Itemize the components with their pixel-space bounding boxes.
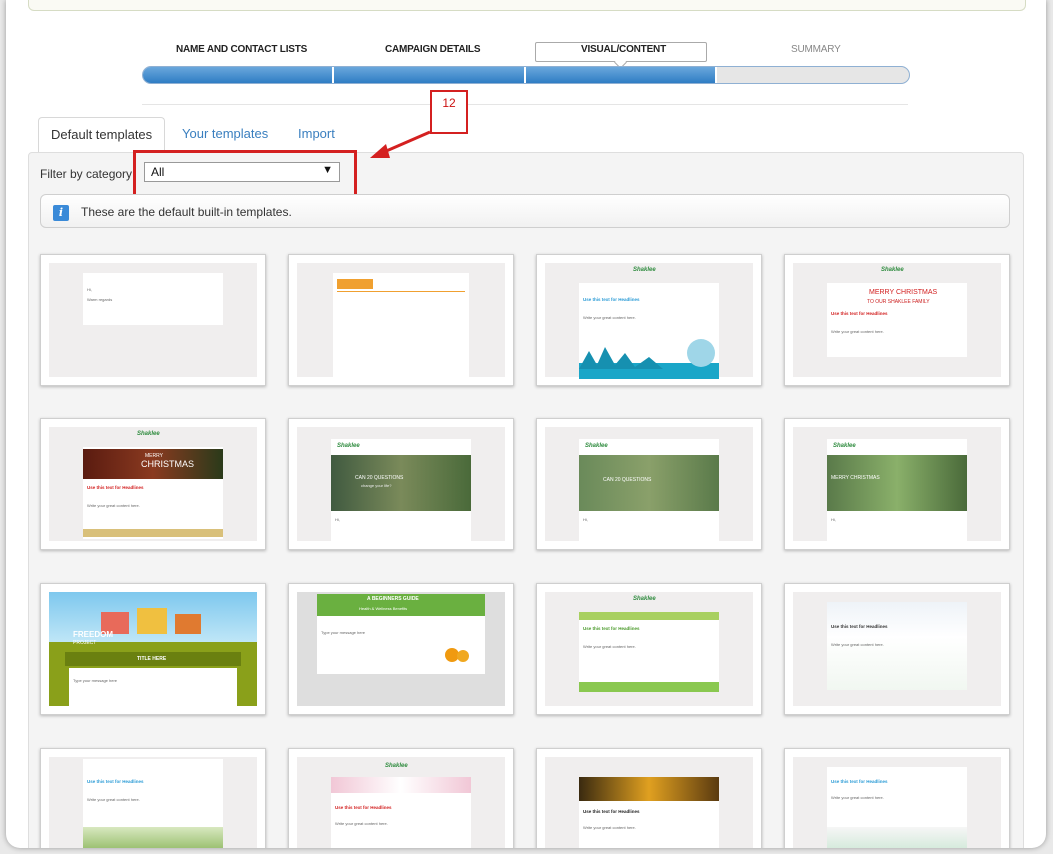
- tab-your-templates[interactable]: Your templates: [170, 117, 280, 153]
- template-card[interactable]: Shaklee Use this text for Headlines Writ…: [288, 748, 514, 848]
- template-card[interactable]: Hi, Warm regards: [40, 254, 266, 386]
- progress-segment: [526, 67, 717, 83]
- annotation-number: 12: [442, 96, 456, 110]
- top-bar: [28, 0, 1026, 11]
- template-card[interactable]: Shaklee Shaklee CAN 20 QUESTIONS change …: [288, 418, 514, 550]
- wizard-step-name-contact-lists[interactable]: NAME AND CONTACT LISTS: [176, 44, 307, 55]
- template-card[interactable]: Use this text for Headlines Write your g…: [784, 583, 1010, 715]
- template-card[interactable]: Use this text for Headlines Write your g…: [40, 748, 266, 848]
- info-text: These are the default built-in templates…: [81, 205, 292, 219]
- template-card[interactable]: FREEDOM PROJECT TITLE HERE Type your mes…: [40, 583, 266, 715]
- tab-default-templates[interactable]: Default templates: [38, 117, 166, 154]
- template-card[interactable]: Shaklee Use this text for Headlines Writ…: [536, 254, 762, 386]
- progress-segment: [334, 67, 526, 83]
- template-card[interactable]: Shaklee MERRY CHRISTMAS Use this text fo…: [40, 418, 266, 550]
- template-card[interactable]: Shaklee CAN 20 QUESTIONS Hi,: [536, 418, 762, 550]
- template-card[interactable]: Shaklee Use this text for Headlines Writ…: [536, 583, 762, 715]
- template-card[interactable]: [288, 254, 514, 386]
- filter-label: Filter by category:: [40, 167, 136, 181]
- annotation-arrow-icon: [370, 130, 431, 158]
- template-card[interactable]: Use this text for Headlines Write your g…: [536, 748, 762, 848]
- annotation-highlight-box: [133, 150, 357, 200]
- template-card[interactable]: Shaklee MERRY CHRISTMAS Hi,: [784, 418, 1010, 550]
- app-window: NAME AND CONTACT LISTS CAMPAIGN DETAILS …: [6, 0, 1046, 848]
- wizard-step-summary[interactable]: SUMMARY: [791, 44, 841, 55]
- wizard-step-campaign-details[interactable]: CAMPAIGN DETAILS: [385, 44, 481, 55]
- progress-segment: [143, 67, 334, 83]
- info-banner: i These are the default built-in templat…: [40, 194, 1010, 228]
- tab-import[interactable]: Import: [286, 117, 347, 153]
- info-icon: i: [53, 205, 69, 221]
- wizard-step-visual-content[interactable]: VISUAL/CONTENT: [581, 44, 666, 55]
- template-card[interactable]: Use this text for Headlines Write your g…: [784, 748, 1010, 848]
- divider: [142, 104, 908, 105]
- template-card[interactable]: A BEGINNERS GUIDE Health & Wellness Bene…: [288, 583, 514, 715]
- wizard-progress-bar: [142, 66, 910, 84]
- mountain-illustration: [579, 339, 719, 379]
- template-card[interactable]: Shaklee MERRY CHRISTMAS TO OUR SHAKLEE F…: [784, 254, 1010, 386]
